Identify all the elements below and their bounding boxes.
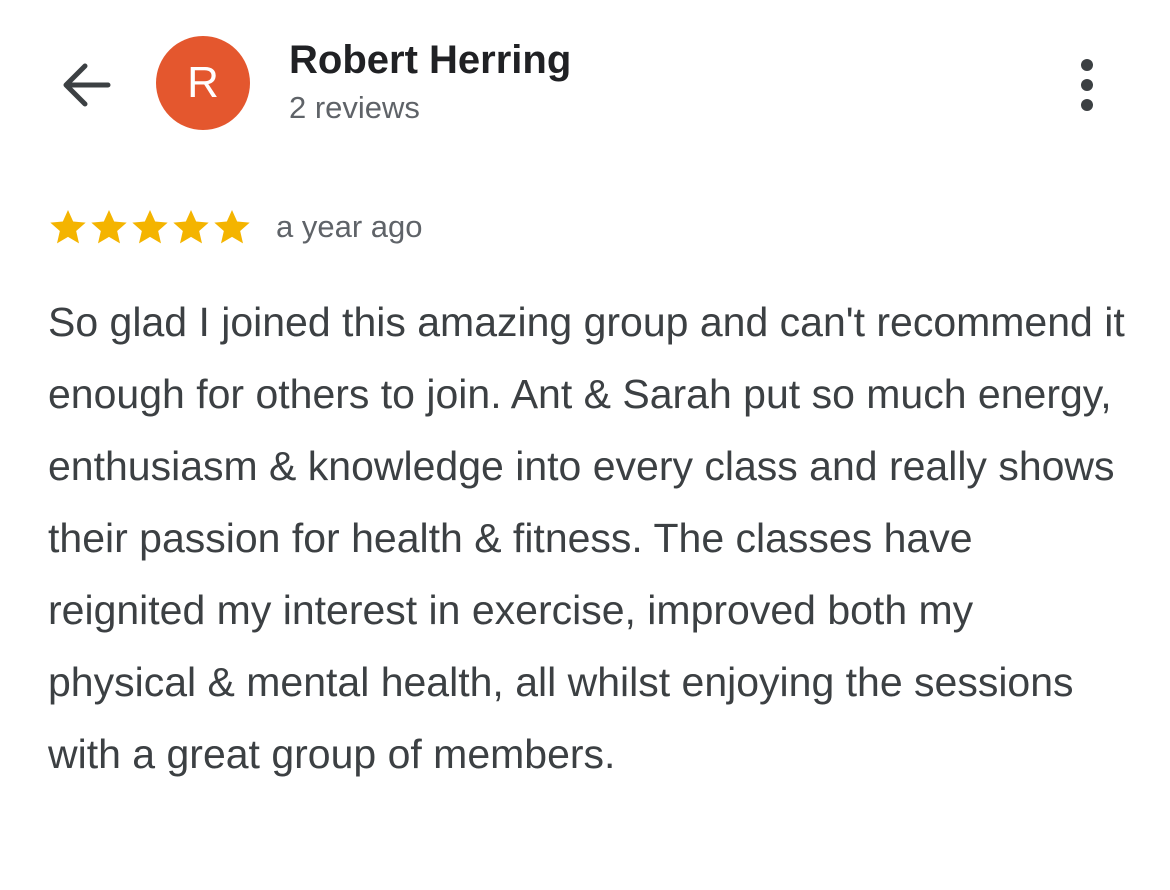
- review-text: So glad I joined this amazing group and …: [48, 299, 1125, 777]
- star-icon: [173, 210, 209, 244]
- avatar-initial: R: [187, 58, 219, 107]
- star-icon: [91, 210, 127, 244]
- arrow-left-icon: [63, 63, 111, 107]
- reviewer-name[interactable]: Robert Herring: [289, 38, 571, 83]
- star-icon: [132, 210, 168, 244]
- star-rating: [48, 207, 252, 247]
- rating-row: a year ago: [48, 204, 423, 250]
- star-icon: [50, 210, 86, 244]
- review-header: R Robert Herring 2 reviews: [0, 0, 1170, 160]
- back-button[interactable]: [50, 50, 120, 120]
- avatar[interactable]: R: [156, 36, 250, 130]
- star-icon: [214, 210, 250, 244]
- more-vert-icon: [1081, 59, 1093, 111]
- more-options-button[interactable]: [1060, 52, 1114, 118]
- review-count: 2 reviews: [289, 90, 420, 125]
- review-timestamp: a year ago: [276, 209, 423, 244]
